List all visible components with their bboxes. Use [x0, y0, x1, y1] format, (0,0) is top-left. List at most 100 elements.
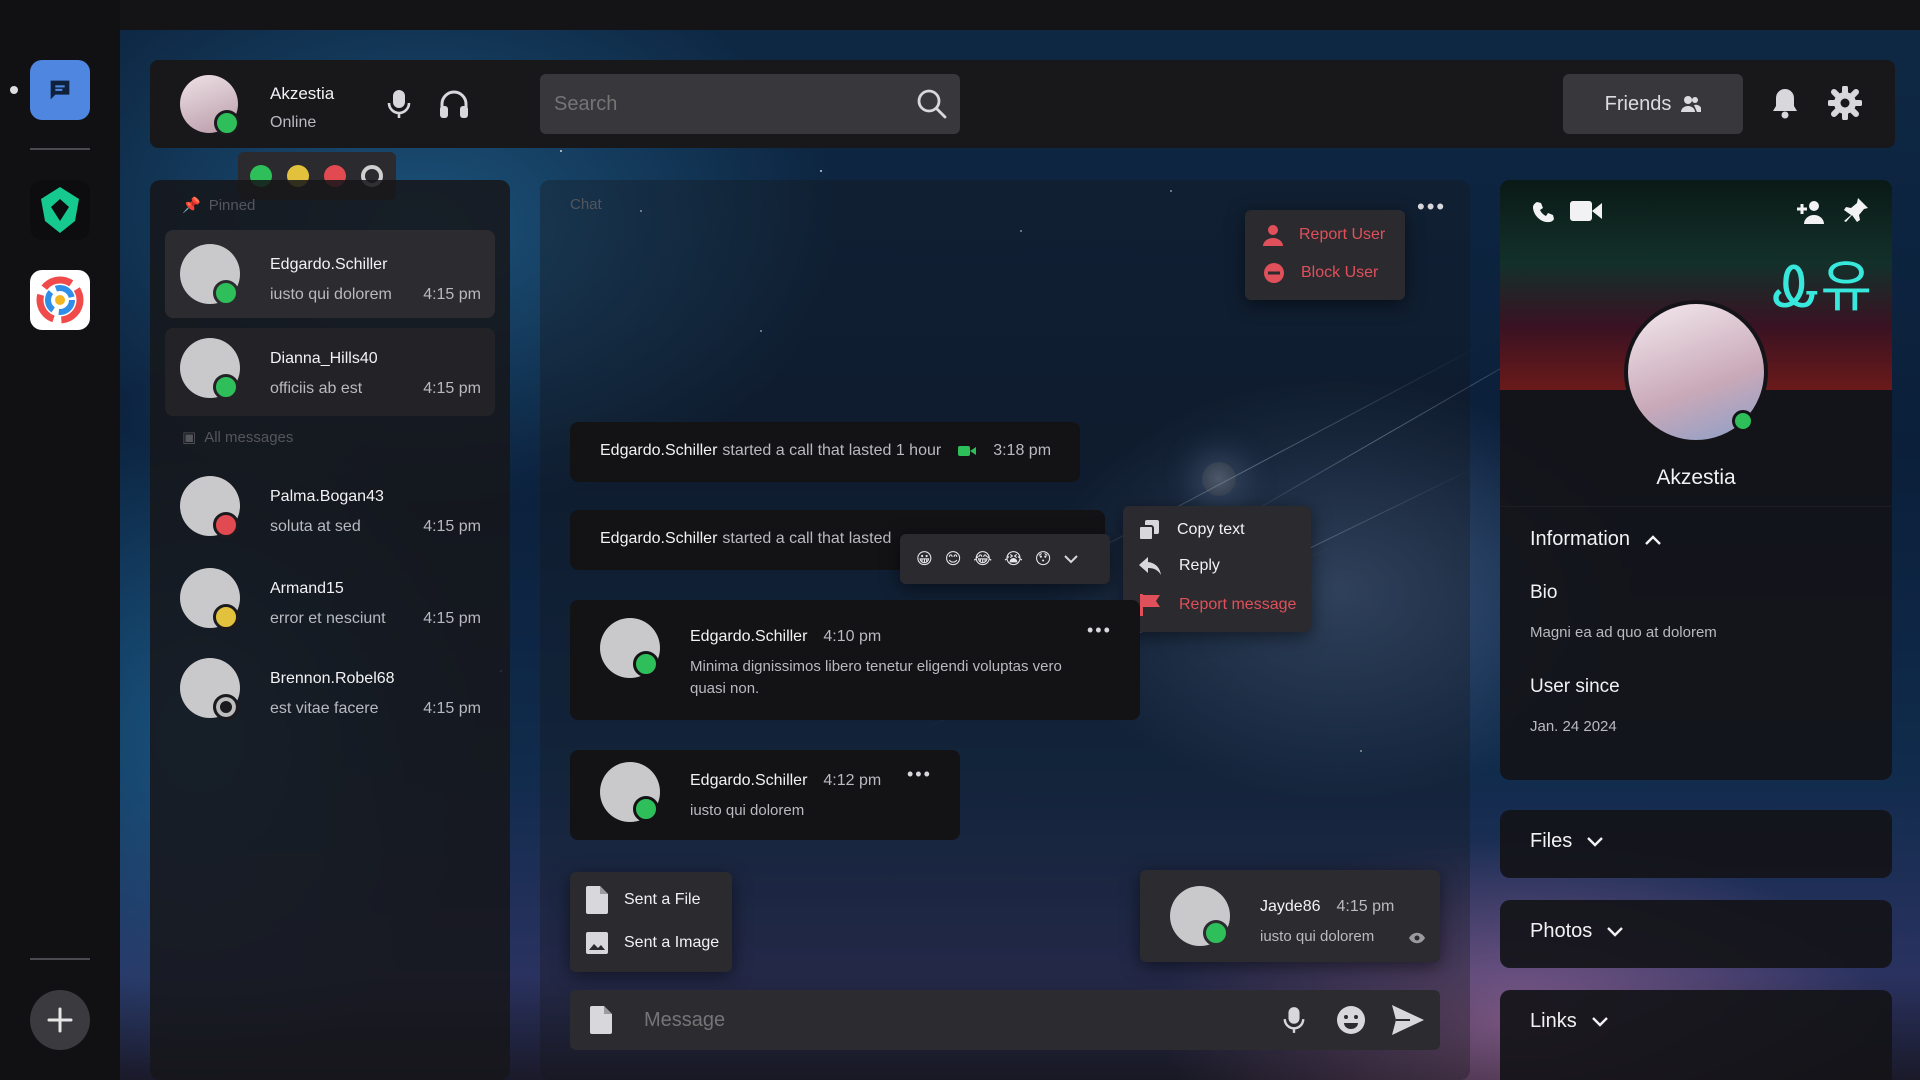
- phone-icon[interactable]: [1532, 200, 1556, 224]
- active-indicator: [10, 86, 18, 94]
- flag-icon: [1140, 594, 1160, 616]
- conversation-item[interactable]: Dianna_Hills40 officiis ab est 4:15 pm: [165, 328, 495, 416]
- reaction-picker: 😀 😊 😂 😭 😯: [900, 534, 1110, 584]
- message-preview: error et nesciunt: [270, 610, 386, 627]
- contact-name: Armand15: [270, 580, 344, 597]
- message-icon: ▣: [182, 429, 197, 446]
- message-time: 4:12 pm: [823, 772, 882, 789]
- chevron-down-icon[interactable]: [1063, 554, 1079, 564]
- photos-section-toggle[interactable]: Photos: [1530, 920, 1624, 943]
- video-camera-icon[interactable]: [1570, 200, 1602, 222]
- friends-icon: [1681, 96, 1702, 112]
- information-section-toggle[interactable]: Information: [1530, 528, 1662, 551]
- contact-status-dot: [213, 374, 239, 400]
- contact-status-dot: [213, 280, 239, 306]
- chat-message[interactable]: Edgardo.Schiller 4:12 pm iusto qui dolor…: [570, 750, 960, 840]
- user-name: Akzestia: [270, 84, 335, 103]
- gear-icon[interactable]: [1828, 86, 1862, 120]
- bell-icon[interactable]: [1770, 86, 1800, 120]
- user-since-label: User since: [1530, 676, 1620, 697]
- search-input[interactable]: [554, 74, 894, 134]
- search-icon[interactable]: [916, 88, 948, 120]
- photos-section: Photos: [1500, 900, 1892, 968]
- server-logo-icon: [41, 187, 79, 233]
- contact-status-dot: [213, 694, 239, 720]
- send-image-item[interactable]: Sent a Image: [586, 932, 719, 954]
- chevron-down-icon: [1607, 926, 1624, 937]
- friends-button[interactable]: Friends: [1563, 74, 1743, 134]
- contact-status-dot: [213, 512, 239, 538]
- pin-icon[interactable]: [1844, 198, 1868, 224]
- call-description: started a call that lasted 1 hour: [722, 442, 942, 459]
- friends-label: Friends: [1604, 92, 1672, 115]
- message-input[interactable]: [644, 990, 1224, 1050]
- top-bar: Akzestia Online Friends: [150, 60, 1895, 148]
- chevron-down-icon: [1591, 1016, 1608, 1027]
- reply-item[interactable]: Reply: [1139, 557, 1220, 575]
- caller-name: Edgardo.Schiller: [600, 442, 718, 459]
- sender-status-dot: [1203, 920, 1229, 946]
- message-time: 4:15 pm: [423, 286, 481, 303]
- call-description: started a call that lasted: [722, 530, 892, 547]
- seen-eye-icon: [1409, 932, 1425, 944]
- search-box[interactable]: [540, 74, 960, 134]
- message-time: 4:10 pm: [823, 628, 882, 645]
- message-options-button[interactable]: •••: [907, 764, 932, 785]
- pinned-heading: 📌 Pinned: [182, 196, 256, 215]
- server-valorant-button[interactable]: [30, 180, 90, 240]
- chat-label: Chat: [570, 196, 602, 213]
- message-preview: officiis ab est: [270, 380, 363, 397]
- conversation-item[interactable]: Palma.Bogan43 soluta at sed 4:15 pm: [165, 468, 495, 552]
- user-actions-menu: Report User Block User: [1245, 210, 1405, 300]
- server-overwatch-button[interactable]: [30, 270, 90, 330]
- message-text: iusto qui dolorem: [690, 802, 805, 819]
- sender-name: Jayde86: [1260, 898, 1321, 915]
- server-rail: [0, 0, 120, 1080]
- sender-status-dot: [633, 796, 659, 822]
- block-user-item[interactable]: Block User: [1263, 262, 1378, 284]
- contact-name: Palma.Bogan43: [270, 488, 384, 505]
- bio-text: Magni ea ad quo at dolorem: [1530, 624, 1717, 641]
- send-icon[interactable]: [1392, 1005, 1424, 1035]
- files-section: Files: [1500, 810, 1892, 878]
- emoji-reaction[interactable]: 😯: [1035, 549, 1052, 569]
- emoji-reaction[interactable]: 😀: [916, 549, 933, 569]
- message-time: 4:15 pm: [423, 700, 481, 717]
- conversation-item[interactable]: Edgardo.Schiller iusto qui dolorem 4:15 …: [165, 230, 495, 318]
- own-message[interactable]: Jayde86 4:15 pm iusto qui dolorem: [1140, 870, 1440, 962]
- banner-text: Ꮂ유: [1773, 255, 1872, 320]
- message-time: 4:15 pm: [423, 380, 481, 397]
- pin-icon: 📌: [182, 197, 201, 214]
- report-message-item[interactable]: Report message: [1139, 594, 1296, 616]
- emoji-icon[interactable]: [1336, 1005, 1366, 1035]
- chat-options-button[interactable]: •••: [1417, 194, 1446, 220]
- links-section-toggle[interactable]: Links: [1530, 1010, 1609, 1033]
- video-call-icon: [958, 446, 977, 456]
- chat-message[interactable]: Edgardo.Schiller 4:10 pm Minima dignissi…: [570, 600, 1140, 720]
- voice-message-icon[interactable]: [1282, 1004, 1306, 1036]
- headphones-icon[interactable]: [438, 88, 470, 120]
- files-section-toggle[interactable]: Files: [1530, 830, 1604, 853]
- message-preview: est vitae facere: [270, 700, 379, 717]
- user-since-value: Jan. 24 2024: [1530, 718, 1617, 735]
- chat-icon: [50, 80, 70, 100]
- emoji-reaction[interactable]: 😊: [945, 549, 962, 569]
- message-preview: soluta at sed: [270, 518, 361, 535]
- profile-panel: Ꮂ유 Akzestia Information Bio Magni ea ad …: [1500, 180, 1892, 780]
- conversation-item[interactable]: Brennon.Robel68 est vitae facere 4:15 pm: [165, 650, 495, 734]
- attach-file-icon[interactable]: [590, 1006, 612, 1034]
- add-friend-icon[interactable]: [1796, 200, 1828, 224]
- direct-messages-button[interactable]: [30, 60, 90, 120]
- add-server-button[interactable]: [30, 990, 90, 1050]
- emoji-reaction[interactable]: 😭: [1004, 549, 1023, 569]
- send-file-item[interactable]: Sent a File: [586, 886, 700, 914]
- conversation-item[interactable]: Armand15 error et nesciunt 4:15 pm: [165, 560, 495, 644]
- emoji-reaction[interactable]: 😂: [973, 549, 992, 569]
- report-user-item[interactable]: Report User: [1263, 224, 1385, 246]
- copy-icon: [1139, 520, 1159, 540]
- copy-text-item[interactable]: Copy text: [1139, 520, 1245, 540]
- block-icon: [1264, 263, 1284, 283]
- sender-name: Edgardo.Schiller: [690, 772, 808, 789]
- microphone-icon[interactable]: [386, 88, 412, 120]
- message-options-button[interactable]: •••: [1087, 620, 1112, 641]
